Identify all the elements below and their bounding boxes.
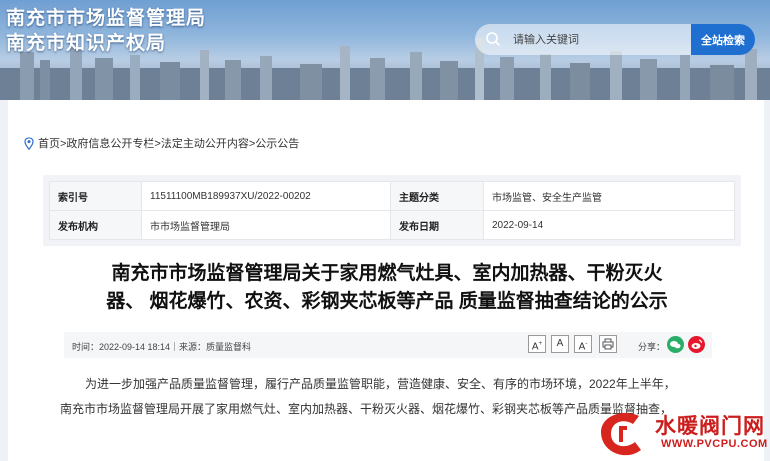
table-row: 索引号 11511100MB189937XU/2022-00202 主题分类 市…: [49, 181, 735, 211]
font-decrease-button[interactable]: A-: [574, 335, 592, 353]
font-normal-button[interactable]: A: [551, 335, 569, 353]
article-title-line1: 南充市市场监督管理局关于家用燃气灶具、室内加热器、干粉灭火: [111, 263, 663, 284]
topic-value: 市场监管、安全生产监管: [483, 181, 735, 211]
table-row: 发布机构 市市场监督管理局 发布日期 2022-09-14: [49, 210, 735, 240]
index-value: 11511100MB189937XU/2022-00202: [141, 181, 391, 211]
font-normal-label: A: [556, 338, 564, 349]
article-info-text: 时间：2022-09-14 18:14｜来源：质量监督科: [72, 342, 252, 352]
article-info-bar: 时间：2022-09-14 18:14｜来源：质量监督科 A+ A A- 分享：: [64, 332, 712, 358]
search-icon: [486, 32, 501, 47]
font-increase-button[interactable]: A+: [528, 335, 546, 353]
breadcrumb: 首页>政府信息公开专栏>法定主动公开内容>公示公告: [24, 135, 299, 151]
header-banner: 南充市市场监督管理局 南充市知识产权局 全站检索: [0, 0, 770, 100]
date-label: 发布日期: [390, 210, 484, 240]
site-title[interactable]: 南充市市场监督管理局 南充市知识产权局: [6, 6, 206, 56]
search-input[interactable]: [511, 28, 685, 52]
search-bar: 全站检索: [475, 24, 755, 55]
print-icon: [602, 338, 614, 350]
location-pin-icon: [24, 136, 34, 150]
article-title-line2: 器、 烟花爆竹、农资、彩钢夹芯板等产品 质量监督抽查结论的公示: [106, 291, 668, 312]
article-title: 南充市市场监督管理局关于家用燃气灶具、室内加热器、干粉灭火 器、 烟花爆竹、农资…: [53, 260, 721, 316]
date-value: 2022-09-14: [483, 210, 735, 240]
metadata-table: 索引号 11511100MB189937XU/2022-00202 主题分类 市…: [43, 175, 741, 246]
print-button[interactable]: [599, 335, 617, 353]
publisher-label: 发布机构: [49, 210, 142, 240]
index-label: 索引号: [49, 181, 142, 211]
watermark-logo: 水暖阀门网 WWW.PVCPU.COM: [593, 404, 768, 460]
pvcpu-logo-icon: [601, 412, 641, 456]
breadcrumb-text[interactable]: 首页>政府信息公开专栏>法定主动公开内容>公示公告: [38, 135, 299, 151]
publisher-value: 市市场监督管理局: [141, 210, 391, 240]
topic-label: 主题分类: [390, 181, 484, 211]
watermark-brand: 水暖阀门网: [655, 415, 765, 438]
font-increase-label: A: [531, 341, 539, 353]
wechat-share-icon[interactable]: [667, 336, 684, 353]
search-button[interactable]: 全站检索: [691, 24, 755, 55]
share-label: 分享：: [638, 342, 666, 352]
weibo-share-icon[interactable]: [688, 336, 705, 353]
watermark-url: WWW.PVCPU.COM: [661, 438, 768, 450]
article-paragraph: 为进一步加强产品质量监督管理，履行产品质量监管职能，营造健康、安全、有序的市场环…: [85, 377, 676, 391]
site-title-line1: 南充市市场监督管理局: [6, 8, 207, 29]
site-title-line2: 南充市知识产权局: [6, 33, 167, 54]
